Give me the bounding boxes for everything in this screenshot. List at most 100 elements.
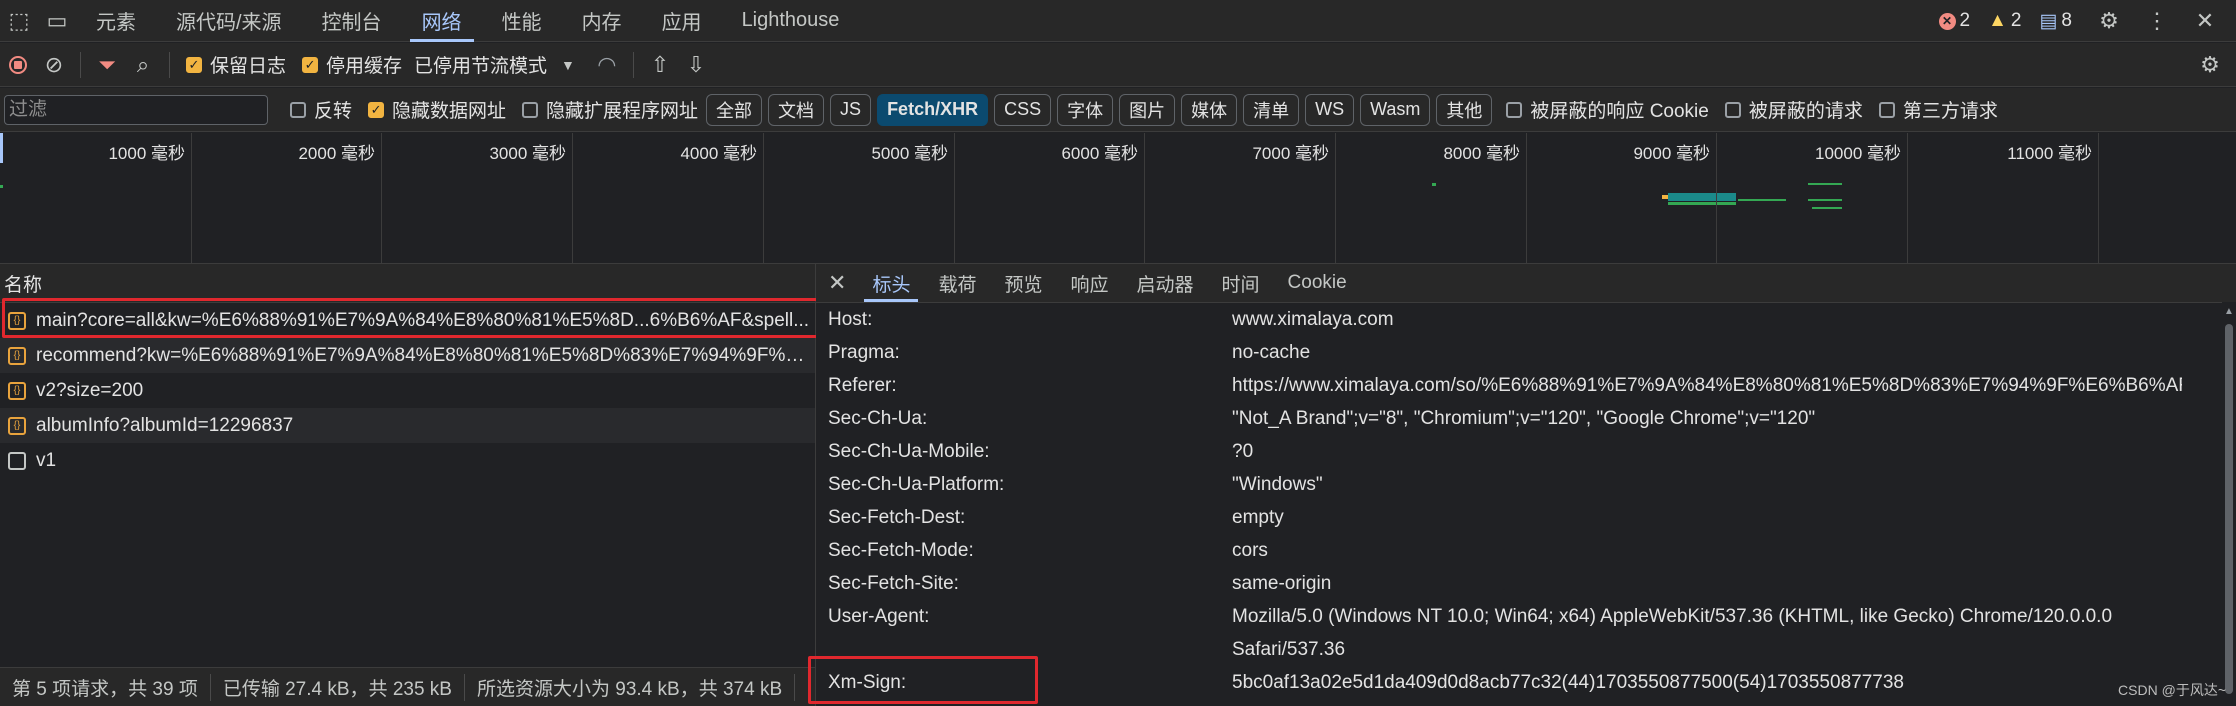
filter-icon[interactable]: ⏷	[89, 43, 125, 87]
request-name: v2?size=200	[36, 379, 144, 401]
overview-left-handle[interactable]	[0, 133, 3, 163]
hide-data-urls-checkbox[interactable]: ✓ 隐藏数据网址	[368, 96, 506, 123]
filter-chip[interactable]: WS	[1305, 93, 1355, 126]
device-toolbar-icon[interactable]: ▭	[38, 0, 76, 42]
request-row[interactable]: v1	[0, 443, 815, 478]
request-row[interactable]: {} v2?size=200	[0, 373, 815, 408]
filter-chip[interactable]: JS	[830, 93, 872, 126]
header-row: Sec-Ch-Ua-Platform: "Windows"	[816, 468, 2236, 501]
waterfall-bar	[1738, 199, 1786, 201]
highlight-box-selected-request	[2, 298, 830, 338]
filter-chip[interactable]: 媒体	[1181, 93, 1238, 126]
filter-chip[interactable]: Wasm	[1360, 93, 1431, 126]
network-conditions-icon[interactable]: ◠	[589, 43, 625, 87]
checkbox-checked-icon: ✓	[186, 56, 202, 73]
filter-chip[interactable]: 字体	[1057, 93, 1114, 126]
invert-checkbox[interactable]: 反转	[290, 96, 352, 123]
xhr-icon: {}	[8, 381, 26, 400]
panel-tab[interactable]: 源代码/来源	[156, 0, 302, 42]
error-count-badge[interactable]: ✕ 2	[1938, 10, 1971, 32]
clear-icon[interactable]: ⊘	[36, 43, 72, 87]
xhr-icon: {}	[8, 416, 26, 435]
warning-count-badge[interactable]: ▲ 2	[1988, 10, 2021, 32]
third-party-checkbox[interactable]: 第三方请求	[1878, 96, 1998, 123]
blocked-cookies-checkbox[interactable]: 被屏蔽的响应 Cookie	[1506, 96, 1709, 123]
inspect-element-icon[interactable]: ⬚	[0, 0, 38, 42]
search-icon[interactable]: ⌕	[125, 43, 161, 87]
blocked-cookies-label: 被屏蔽的响应 Cookie	[1530, 101, 1709, 122]
name-column-label: 名称	[4, 274, 43, 296]
filter-chip[interactable]: 图片	[1119, 93, 1176, 126]
settings-gear-icon[interactable]: ⚙	[2090, 0, 2128, 42]
filter-chip[interactable]: 清单	[1243, 93, 1300, 126]
details-tab[interactable]: 响应	[1056, 264, 1122, 302]
details-tab-bar: ✕ 标头 载荷 预览 响应 启动器 时间 Cookie	[816, 264, 2236, 303]
message-count-badge[interactable]: ▤ 8	[2039, 10, 2072, 33]
header-row: Referer: https://www.ximalaya.com/so/%E6%…	[816, 369, 2236, 402]
filter-chip[interactable]: 全部	[706, 93, 763, 126]
network-overview-timeline[interactable]: 1000 毫秒 2000 毫秒 3000 毫秒 4000 毫秒 5000 毫秒 6000 …	[0, 133, 2236, 264]
checkbox-unchecked-icon	[1878, 101, 1895, 118]
header-value: Safari/537.36	[1232, 639, 1346, 660]
timeline-gridline	[381, 133, 382, 263]
panel-tab[interactable]: 元素	[76, 0, 156, 42]
details-tab[interactable]: 启动器	[1123, 264, 1208, 302]
header-value: cors	[1232, 540, 1268, 561]
panel-tab[interactable]: 控制台	[302, 0, 402, 42]
timeline-gridline	[2098, 133, 2099, 263]
waterfall-bar	[1812, 207, 1842, 209]
network-settings-gear-icon[interactable]: ⚙	[2192, 43, 2228, 87]
checkbox-checked-icon: ✓	[302, 56, 319, 73]
waterfall-bar	[1668, 193, 1736, 201]
checkbox-unchecked-icon	[522, 101, 539, 118]
filter-chip[interactable]: 其他	[1436, 93, 1493, 126]
hide-extension-urls-checkbox[interactable]: 隐藏扩展程序网址	[522, 96, 698, 123]
error-count: 2	[1959, 10, 1971, 31]
header-value: "Not_A Brand";v="8", "Chromium";v="120",…	[1232, 408, 1816, 429]
timeline-tick-label: 3000 毫秒	[489, 144, 566, 163]
filter-chip[interactable]: Fetch/XHR	[877, 93, 989, 126]
request-row[interactable]: {} recommend?kw=%E6%88%91%E7%9A%84%E8%80%…	[0, 338, 815, 373]
close-devtools-icon[interactable]: ✕	[2186, 0, 2224, 42]
disable-cache-checkbox[interactable]: ✓ 停用缓存	[302, 51, 402, 78]
more-options-icon[interactable]: ⋮	[2138, 0, 2176, 42]
preserve-log-checkbox[interactable]: ✓ 保留日志	[186, 51, 286, 78]
header-name: Host:	[828, 309, 873, 330]
header-name: User-Agent:	[828, 606, 930, 627]
xhr-icon: {}	[8, 346, 26, 365]
warning-count: 2	[2010, 10, 2022, 31]
filter-chip[interactable]: 文档	[768, 93, 825, 126]
panel-tab[interactable]: 性能	[482, 0, 562, 42]
filter-chip[interactable]: CSS	[994, 93, 1052, 126]
panel-tab[interactable]: Lighthouse	[722, 0, 860, 42]
panel-tab[interactable]: 网络	[402, 0, 482, 42]
request-row[interactable]: {} albumInfo?albumId=12296837	[0, 408, 815, 443]
scroll-up-icon[interactable]: ▲	[2224, 306, 2234, 317]
details-scrollbar[interactable]: ▲	[2222, 302, 2236, 706]
header-value: Mozilla/5.0 (Windows NT 10.0; Win64; x64…	[1232, 606, 2113, 627]
panel-tab[interactable]: 应用	[642, 0, 722, 42]
filter-input[interactable]	[4, 94, 268, 125]
status-text: 已传输 27.4 kB，共 235 kB	[211, 673, 465, 701]
request-name: recommend?kw=%E6%88%91%E7%9A%84%E8%80%81…	[36, 344, 815, 366]
details-tab[interactable]: Cookie	[1274, 264, 1361, 302]
timeline-tick-label: 6000 毫秒	[1061, 144, 1138, 163]
throttle-select[interactable]: 已停用节流模式 ▼	[414, 51, 575, 78]
details-tab[interactable]: 载荷	[924, 264, 990, 302]
invert-label: 反转	[314, 101, 353, 122]
scrollbar-thumb[interactable]	[2225, 324, 2233, 694]
close-details-icon[interactable]: ✕	[816, 264, 858, 302]
timeline-tick-label: 1000 毫秒	[108, 144, 185, 163]
export-har-icon[interactable]: ⇩	[678, 43, 714, 87]
blocked-requests-checkbox[interactable]: 被屏蔽的请求	[1724, 96, 1863, 123]
header-name: Sec-Fetch-Site:	[828, 573, 959, 594]
timeline-gridline	[1144, 133, 1145, 263]
details-tab[interactable]: 时间	[1208, 264, 1274, 302]
details-tab[interactable]: 预览	[990, 264, 1056, 302]
panel-tab[interactable]: 内存	[562, 0, 642, 42]
header-value: ?0	[1232, 441, 1254, 462]
details-tab[interactable]: 标头	[858, 264, 924, 302]
record-stop-button[interactable]	[0, 43, 36, 87]
import-har-icon[interactable]: ⇧	[642, 43, 678, 87]
header-row: Sec-Fetch-Dest: empty	[816, 501, 2236, 534]
